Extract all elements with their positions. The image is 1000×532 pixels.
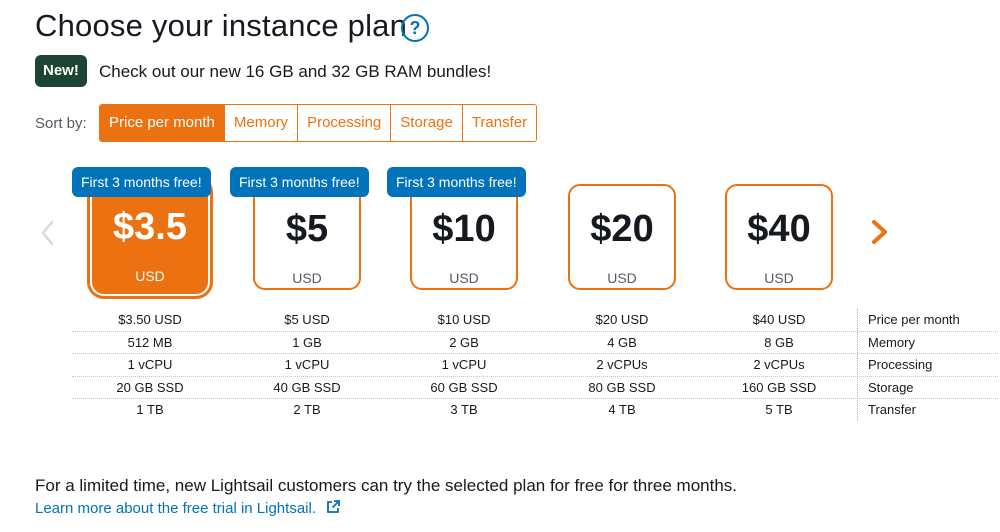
question-circle-icon[interactable]: ? [401,14,429,42]
plan-price: $40 [747,208,811,250]
spec-label: Price per month [868,312,960,327]
plan-price: $3.5 [113,206,187,248]
sort-label: Sort by: [35,115,87,132]
spec-row-price: $3.50 USD $5 USD $10 USD $20 USD $40 USD… [72,309,998,332]
announcement-text: Check out our new 16 GB and 32 GB RAM bu… [99,62,492,81]
spec-row-transfer: 1 TB 2 TB 3 TB 4 TB 5 TB Transfer [72,399,998,422]
spec-cell: $5 USD [284,312,330,327]
spec-cell: 160 GB SSD [741,379,817,395]
plan-card-5[interactable]: $5 USD [253,184,361,290]
sort-option-processing[interactable]: Processing [298,105,392,141]
plan-card-20[interactable]: $20 USD [568,184,676,290]
spec-cell: $20 USD [595,312,649,327]
spec-label: Processing [868,357,933,372]
external-link-icon[interactable] [326,500,341,514]
spec-divider [857,309,858,421]
plan-currency: USD [449,270,479,286]
spec-label: Transfer [868,402,916,417]
spec-label: Memory [868,334,915,350]
sort-option-storage[interactable]: Storage [391,105,463,141]
plan-price: $20 [590,208,654,250]
spec-cell: 2 TB [293,402,321,417]
spec-cell: 1 TB [136,402,164,417]
spec-cell: $40 USD [752,312,806,327]
plan-currency: USD [607,270,637,286]
chevron-right-icon[interactable] [868,216,892,248]
spec-cell: 8 GB [764,334,794,350]
spec-row-storage: 20 GB SSD 40 GB SSD 60 GB SSD 80 GB SSD … [72,377,998,399]
sort-segmented-control: Price per month Memory Processing Storag… [99,104,538,142]
spec-cell: 60 GB SSD [430,379,498,395]
free-trial-badge: First 3 months free! [387,167,526,197]
plan-currency: USD [135,268,165,284]
spec-cell: 80 GB SSD [588,379,656,395]
plan-price: $5 [285,208,329,250]
plan-card-10[interactable]: $10 USD [410,184,518,290]
spec-cell: 4 GB [607,334,637,350]
spec-row-memory: 512 MB 1 GB 2 GB 4 GB 8 GB Memory [72,332,998,354]
chevron-left-icon[interactable] [38,218,58,248]
sort-option-memory[interactable]: Memory [224,105,299,141]
spec-cell: $3.50 USD [118,312,182,327]
sort-option-transfer[interactable]: Transfer [462,105,537,141]
plan-price: $10 [432,208,496,250]
spec-cell: 3 TB [450,402,478,417]
spec-cell: 512 MB [127,334,173,350]
spec-cell: 5 TB [765,402,793,417]
spec-cell: 1 GB [292,334,322,350]
spec-cell: 1 vCPU [284,357,330,372]
spec-cell: $10 USD [437,312,491,327]
spec-cell: 1 vCPU [127,357,173,372]
spec-cell: 4 TB [608,402,636,417]
learn-more-link[interactable]: Learn more about the free trial in Light… [35,500,341,517]
plan-card-40[interactable]: $40 USD [725,184,833,290]
spec-cell: 2 vCPUs [753,357,805,372]
free-trial-info: For a limited time, new Lightsail custom… [35,476,738,495]
plan-card-3-5[interactable]: $3.5 USD [92,180,208,294]
free-trial-badge: First 3 months free! [230,167,369,197]
spec-row-processing: 1 vCPU 1 vCPU 1 vCPU 2 vCPUs 2 vCPUs Pro… [72,354,998,377]
spec-cell: 40 GB SSD [273,379,341,395]
plan-currency: USD [764,270,794,286]
spec-cell: 2 vCPUs [596,357,648,372]
page-title: Choose your instance plan [35,8,408,43]
learn-more-link-text[interactable]: Learn more about the free trial in Light… [35,500,316,517]
spec-label: Storage [868,379,914,395]
spec-cell: 20 GB SSD [116,379,184,395]
free-trial-badge: First 3 months free! [72,167,211,197]
sort-option-price[interactable]: Price per month [100,105,225,141]
spec-cell: 1 vCPU [441,357,487,372]
spec-cell: 2 GB [449,334,479,350]
new-badge: New! [35,55,87,87]
plan-currency: USD [292,270,322,286]
